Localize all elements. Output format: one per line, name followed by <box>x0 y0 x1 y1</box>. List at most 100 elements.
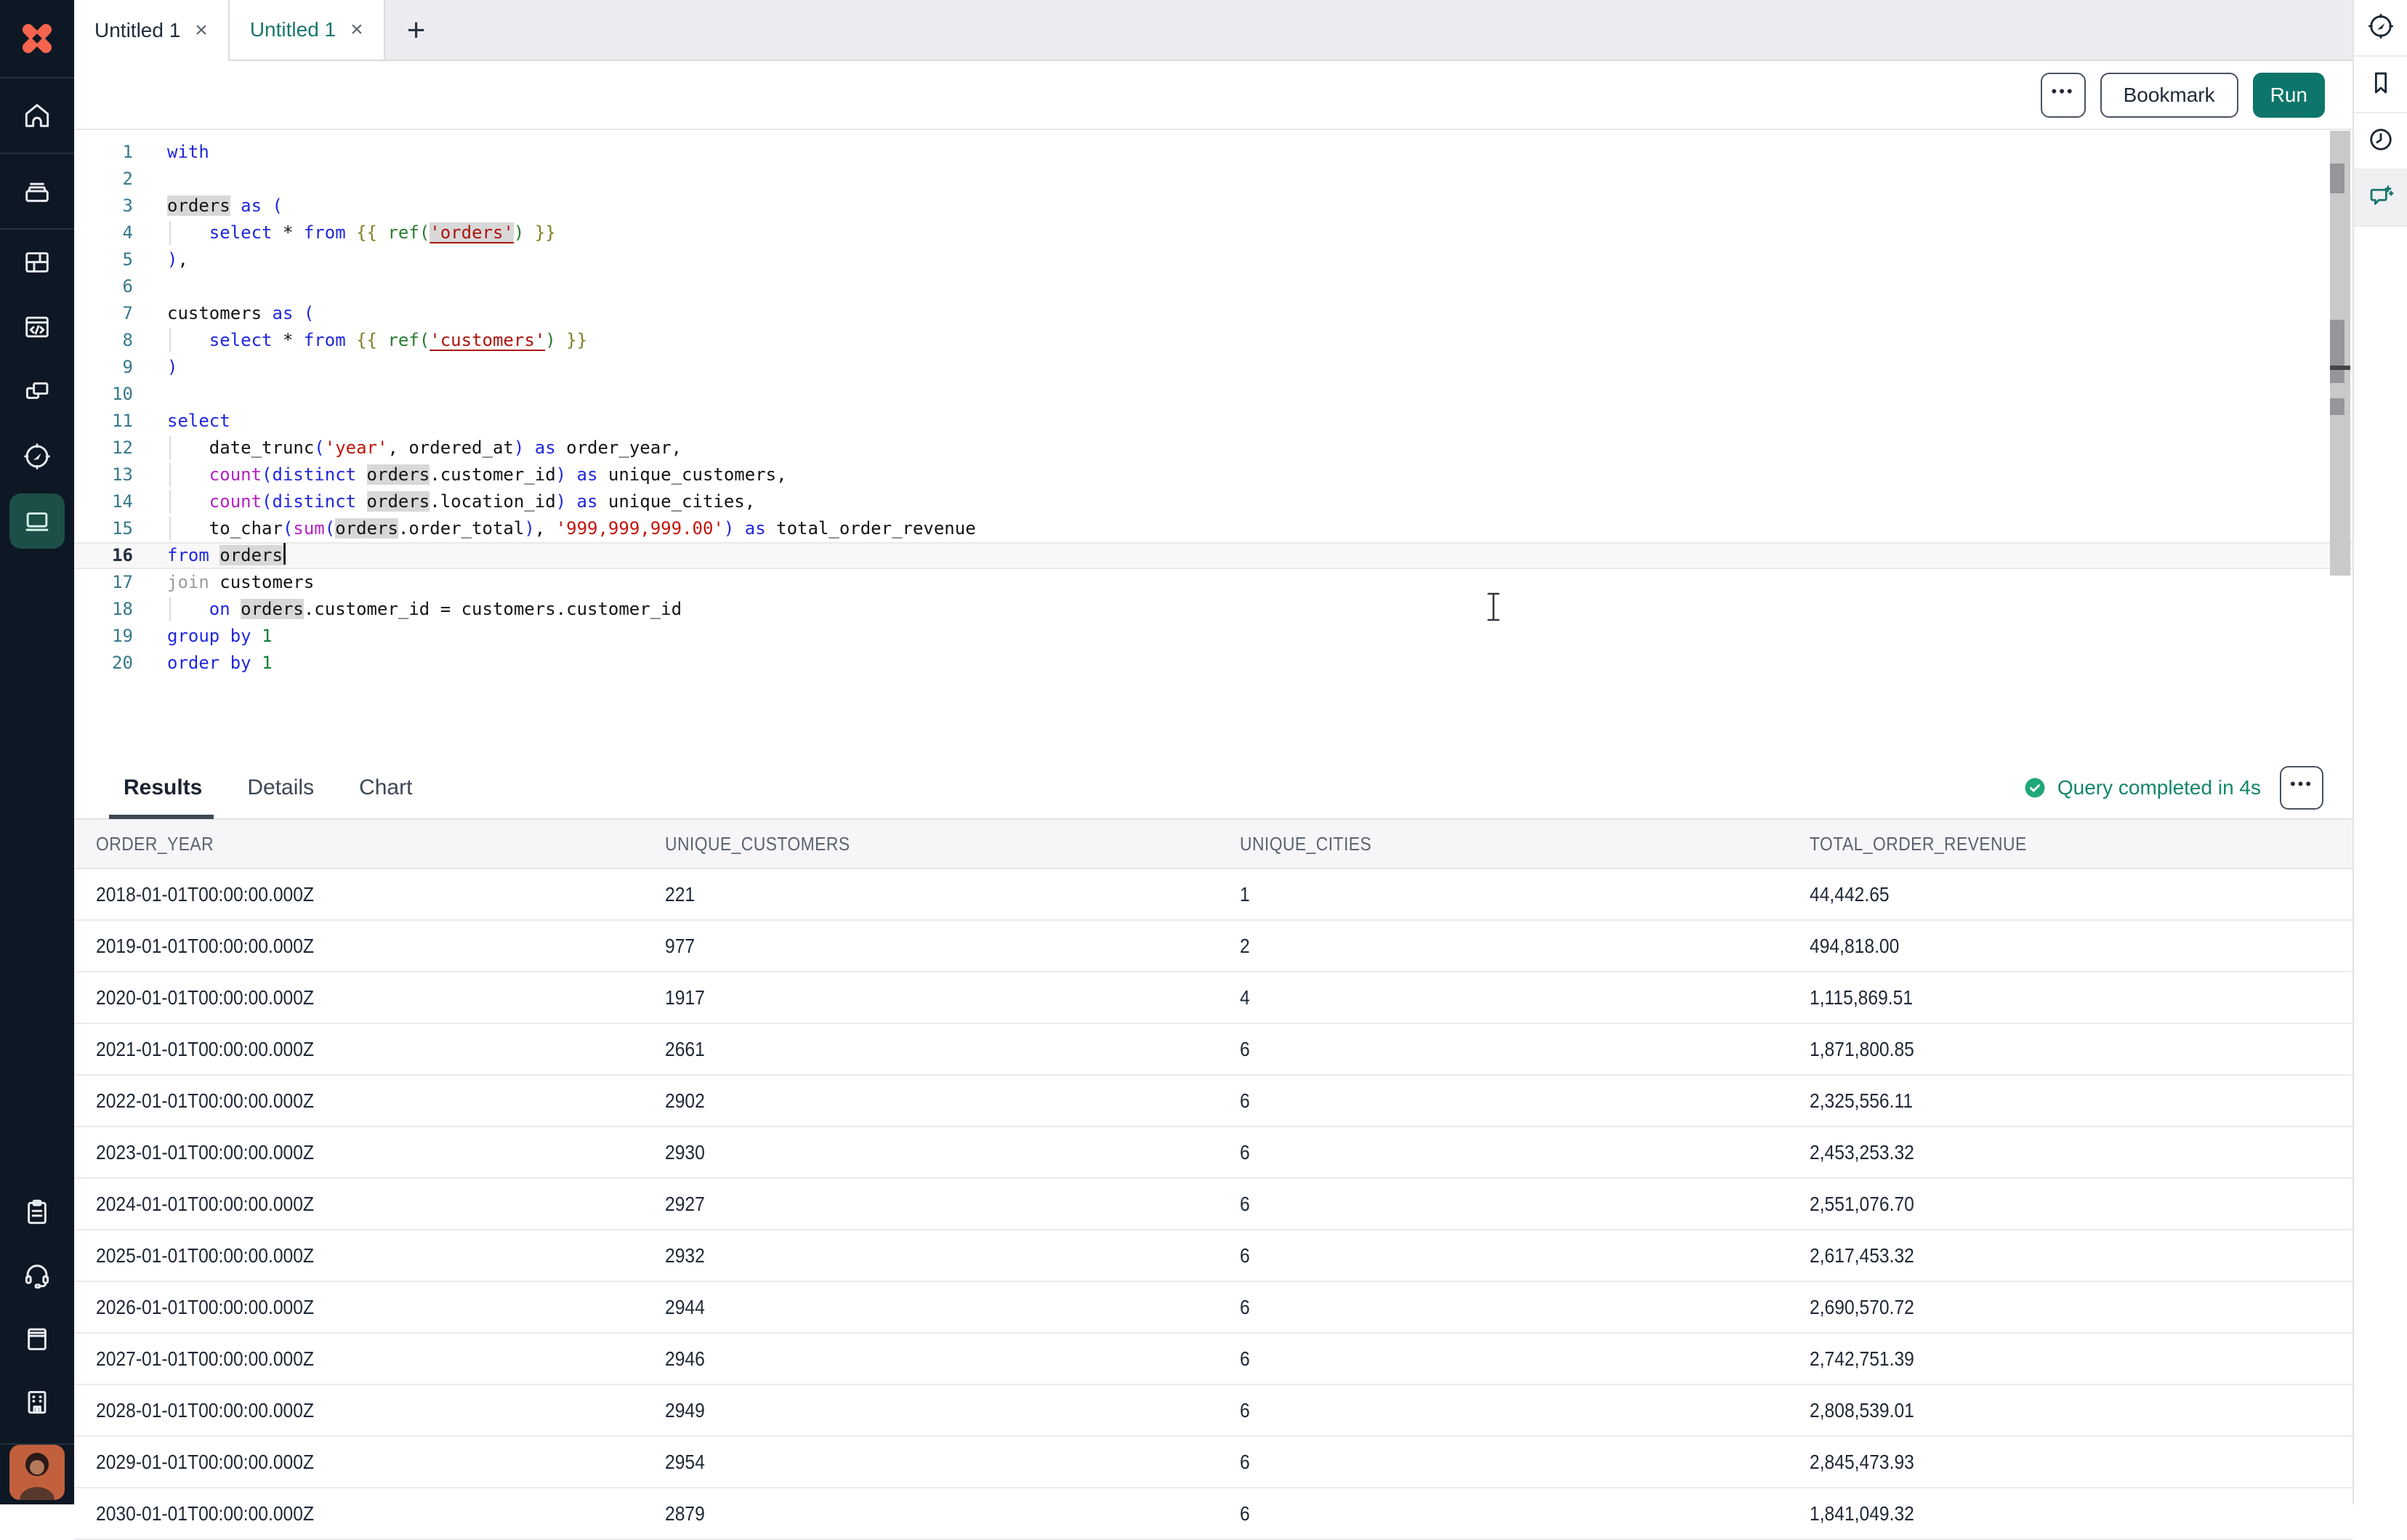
sidebar-item-support-headset[interactable] <box>0 1243 74 1307</box>
code-line-17[interactable]: 17join customers <box>74 569 2352 596</box>
line-number: 9 <box>74 354 133 381</box>
line-number: 5 <box>74 246 133 273</box>
table-row[interactable]: 2021-01-01T00:00:00.000Z266161,871,800.8… <box>74 1024 2352 1076</box>
user-avatar[interactable] <box>0 1443 74 1504</box>
code-line-5[interactable]: 5), <box>74 246 2352 273</box>
sidebar-item-code-window[interactable] <box>0 294 74 359</box>
table-row[interactable]: 2023-01-01T00:00:00.000Z293062,453,253.3… <box>74 1127 2352 1179</box>
code-line-16[interactable]: 16from orders <box>74 542 2352 569</box>
code-line-2[interactable]: 2 <box>74 166 2352 193</box>
code-line-18[interactable]: 18 on orders.customer_id = customers.cus… <box>74 596 2352 623</box>
code-line-14[interactable]: 14 count(distinct orders.location_id) as… <box>74 488 2352 515</box>
line-content: date_trunc('year', ordered_at) as order_… <box>167 438 682 458</box>
bookmark-button[interactable]: Bookmark <box>2100 73 2238 118</box>
code-line-6[interactable]: 6 <box>74 273 2352 300</box>
table-row[interactable]: 2020-01-01T00:00:00.000Z191741,115,869.5… <box>74 972 2352 1024</box>
sidebar-item-clipboard[interactable] <box>0 1180 74 1243</box>
table-row[interactable]: 2026-01-01T00:00:00.000Z294462,690,570.7… <box>74 1282 2352 1334</box>
column-header-order_year[interactable]: ORDER_YEAR <box>96 833 665 855</box>
rail-item-bookmark[interactable] <box>2354 57 2407 113</box>
code-token: ( <box>262 491 272 512</box>
table-cell: 2944 <box>665 1296 1240 1319</box>
code-line-8[interactable]: 8 select * from {{ ref('customers') }} <box>74 327 2352 354</box>
rail-item-ai-chat[interactable] <box>2354 170 2407 227</box>
sidebar-spacer <box>0 553 74 1180</box>
results-more-button[interactable]: ••• <box>2280 766 2323 810</box>
code-line-7[interactable]: 7customers as ( <box>74 300 2352 327</box>
more-options-button[interactable]: ••• <box>2041 73 2086 118</box>
line-content: count(distinct orders.customer_id) as un… <box>167 464 787 485</box>
sidebar-item-explore-compass[interactable] <box>0 424 74 488</box>
table-row[interactable]: 2018-01-01T00:00:00.000Z221144,442.65 <box>74 869 2352 921</box>
table-row[interactable]: 2025-01-01T00:00:00.000Z293262,617,453.3… <box>74 1230 2352 1282</box>
table-row[interactable]: 2028-01-01T00:00:00.000Z294962,808,539.0… <box>74 1385 2352 1437</box>
indent-guide <box>169 221 171 245</box>
table-cell-value: 6 <box>1240 1141 1250 1164</box>
code-token: select <box>209 330 273 350</box>
mouse-ibeam-cursor <box>1484 592 1503 622</box>
table-row[interactable]: 2030-01-01T00:00:00.000Z287961,841,049.3… <box>74 1488 2352 1540</box>
code-line-10[interactable]: 10 <box>74 381 2352 408</box>
code-token: * <box>283 222 293 243</box>
code-token: sum <box>293 518 324 539</box>
code-line-4[interactable]: 4 select * from {{ ref('orders') }} <box>74 219 2352 246</box>
sidebar-item-org-building[interactable] <box>0 1370 74 1433</box>
code-token: .order_total <box>398 518 524 539</box>
code-token: ( <box>273 195 283 216</box>
code-token: ref <box>387 330 419 350</box>
table-row[interactable]: 2022-01-01T00:00:00.000Z290262,325,556.1… <box>74 1076 2352 1127</box>
sidebar-item-windows[interactable] <box>0 359 74 424</box>
editor-scrollbar[interactable] <box>2330 131 2350 576</box>
code-line-20[interactable]: 20order by 1 <box>74 650 2352 677</box>
column-header-unique_cities[interactable]: UNIQUE_CITIES <box>1240 833 1810 855</box>
code-line-9[interactable]: 9) <box>74 354 2352 381</box>
close-icon[interactable]: × <box>350 17 363 42</box>
table-row[interactable]: 2027-01-01T00:00:00.000Z294662,742,751.3… <box>74 1334 2352 1385</box>
table-row[interactable]: 2019-01-01T00:00:00.000Z9772494,818.00 <box>74 921 2352 972</box>
results-tab-chart[interactable]: Chart <box>359 757 412 819</box>
new-tab-button[interactable]: + <box>385 0 448 61</box>
sql-editor[interactable]: 1with23orders as (4 select * from {{ ref… <box>74 130 2352 757</box>
sidebar-item-notebook-terminal[interactable] <box>0 488 74 553</box>
table-cell-value: 6 <box>1240 1451 1250 1474</box>
sidebar-item-projects-grid[interactable] <box>0 230 74 294</box>
code-line-19[interactable]: 19group by 1 <box>74 623 2352 650</box>
code-token <box>566 491 576 512</box>
column-header-total_order_revenue[interactable]: TOTAL_ORDER_REVENUE <box>1810 833 2352 855</box>
run-button[interactable]: Run <box>2253 73 2325 118</box>
app-logo[interactable] <box>0 0 74 78</box>
table-cell-value: 2028-01-01T00:00:00.000Z <box>96 1399 314 1422</box>
code-token <box>566 464 576 485</box>
tab-2[interactable]: Untitled 1× <box>230 0 385 61</box>
code-token: on <box>209 599 230 619</box>
table-cell-value: 2879 <box>665 1502 705 1525</box>
sidebar-item-collections[interactable] <box>0 154 74 230</box>
table-row[interactable]: 2029-01-01T00:00:00.000Z295462,845,473.9… <box>74 1437 2352 1488</box>
sidebar-item-home[interactable] <box>0 78 74 154</box>
right-rail <box>2352 0 2407 1504</box>
column-header-unique_customers[interactable]: UNIQUE_CUSTOMERS <box>665 833 1240 855</box>
code-line-15[interactable]: 15 to_char(sum(orders.order_total), '999… <box>74 515 2352 542</box>
results-tab-results[interactable]: Results <box>124 757 202 819</box>
rail-item-explore-compass[interactable] <box>2354 0 2407 57</box>
code-line-13[interactable]: 13 count(distinct orders.customer_id) as… <box>74 461 2352 488</box>
code-line-11[interactable]: 11select <box>74 408 2352 435</box>
results-tab-details[interactable]: Details <box>247 757 314 819</box>
code-token <box>273 330 283 350</box>
code-line-1[interactable]: 1with <box>74 139 2352 166</box>
table-cell-value: 2930 <box>665 1141 705 1164</box>
sidebar-item-docs-book[interactable] <box>0 1307 74 1370</box>
code-line-12[interactable]: 12 date_trunc('year', ordered_at) as ord… <box>74 435 2352 461</box>
table-cell-value: 2944 <box>665 1296 705 1319</box>
close-icon[interactable]: × <box>195 18 208 43</box>
table-row[interactable]: 2024-01-01T00:00:00.000Z292762,551,076.7… <box>74 1179 2352 1230</box>
code-line-3[interactable]: 3orders as ( <box>74 193 2352 219</box>
table-cell-value: 2 <box>1240 935 1250 958</box>
table-cell: 2 <box>1240 935 1810 958</box>
rail-item-history-clock[interactable] <box>2354 113 2407 170</box>
code-token: ) <box>724 518 734 539</box>
table-cell: 2,551,076.70 <box>1810 1193 2352 1216</box>
code-token <box>219 653 230 673</box>
tab-1[interactable]: Untitled 1× <box>74 0 230 61</box>
code-token: ( <box>262 464 272 485</box>
